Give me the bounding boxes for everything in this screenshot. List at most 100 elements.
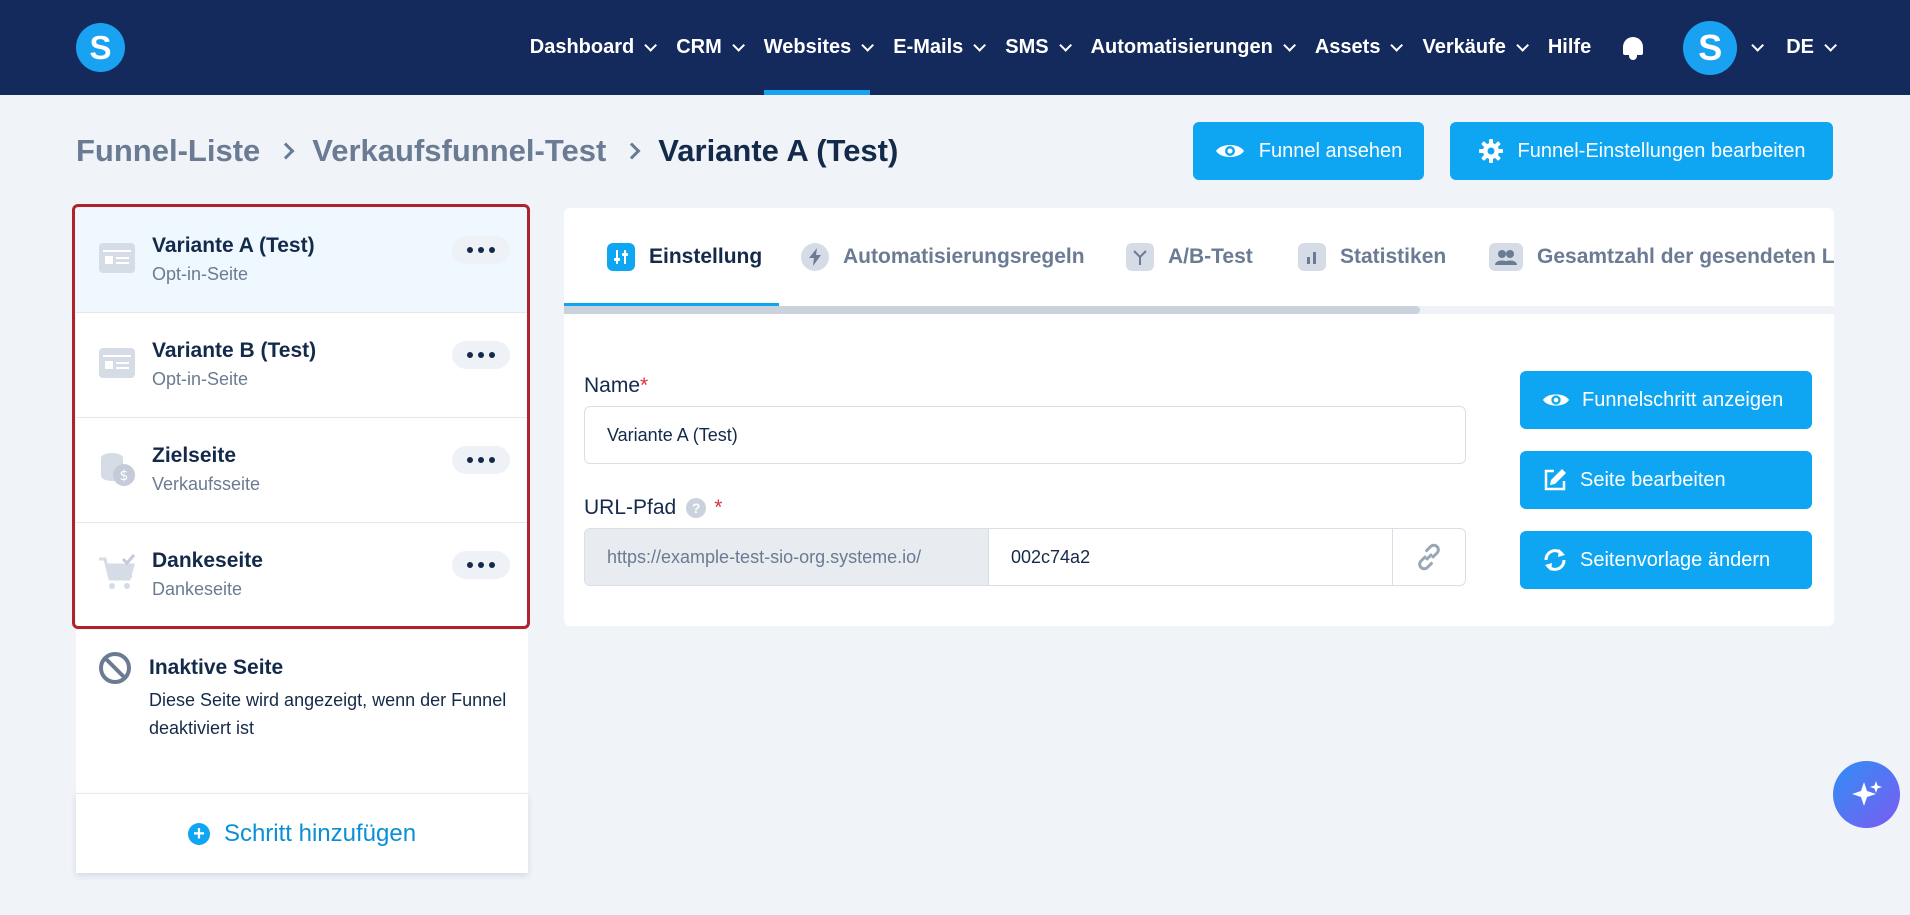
edit-page-label: Seite bearbeiten xyxy=(1580,468,1726,491)
nav-item-automations[interactable]: Automatisierungen xyxy=(1090,0,1296,95)
ban-icon xyxy=(99,652,131,684)
nav-item-assets[interactable]: Assets xyxy=(1314,0,1404,95)
nav-label: Automatisierungen xyxy=(1090,36,1273,58)
tab-total-sent[interactable]: Gesamtzahl der gesendeten L xyxy=(1489,208,1834,306)
tab-bar: Einstellung Automatisierungsregeln A/B-T… xyxy=(564,208,1834,306)
nav-label: E-Mails xyxy=(893,36,964,58)
copy-link-button[interactable] xyxy=(1393,529,1465,585)
more-options-button[interactable] xyxy=(452,446,510,474)
language-label: DE xyxy=(1786,36,1814,58)
chevron-down-icon xyxy=(1283,39,1296,52)
bell-icon[interactable] xyxy=(1621,35,1645,61)
optin-page-icon xyxy=(99,348,135,378)
chevron-down-icon xyxy=(1751,39,1765,52)
optin-page-icon xyxy=(99,243,135,273)
tab-statistics[interactable]: Statistiken xyxy=(1298,208,1446,306)
step-type: Opt-in-Seite xyxy=(152,369,249,389)
edit-page-button[interactable]: Seite bearbeiten xyxy=(1520,451,1812,509)
refresh-icon xyxy=(1544,549,1566,571)
logo[interactable]: S xyxy=(76,23,125,72)
link-icon xyxy=(1418,543,1440,571)
nav-item-emails[interactable]: E-Mails xyxy=(893,0,987,95)
chevron-down-icon xyxy=(1516,39,1529,52)
chevron-down-icon xyxy=(973,39,987,52)
breadcrumb-funnel-list[interactable]: Funnel-Liste xyxy=(76,133,260,169)
more-options-button[interactable] xyxy=(452,236,510,264)
tab-scrollbar[interactable] xyxy=(564,306,1834,314)
tab-label: A/B-Test xyxy=(1168,245,1253,268)
url-path-field: https://example-test-sio-org.systeme.io/… xyxy=(584,528,1466,586)
nav-item-sales[interactable]: Verkäufe xyxy=(1422,0,1529,95)
step-title: Dankeseite xyxy=(152,549,263,572)
step-title: Zielseite xyxy=(152,444,237,467)
tab-label: Gesamtzahl der gesendeten L xyxy=(1537,245,1834,268)
avatar[interactable]: S xyxy=(1683,20,1738,75)
tab-ab-test[interactable]: A/B-Test xyxy=(1126,208,1253,306)
funnel-step-item[interactable]: Dankeseite Dankeseite xyxy=(76,523,528,628)
chevron-down-icon xyxy=(861,39,875,52)
page-title: Variante A (Test) xyxy=(658,133,899,168)
inactive-page-step[interactable]: Inaktive Seite Diese Seite wird angezeig… xyxy=(76,630,528,793)
nav-label: Hilfe xyxy=(1547,36,1592,58)
nav-label: CRM xyxy=(676,36,722,58)
show-funnel-step-button[interactable]: Funnelschritt anzeigen xyxy=(1520,371,1812,429)
tab-settings[interactable]: Einstellung xyxy=(607,208,762,306)
edit-funnel-settings-label: Funnel-Einstellungen bearbeiten xyxy=(1517,139,1806,162)
url-domain-prefix: https://example-test-sio-org.systeme.io/ xyxy=(585,529,989,585)
funnel-step-item[interactable]: Variante A (Test) Opt-in-Seite xyxy=(76,208,528,313)
url-slug-input[interactable]: 002c74a2 xyxy=(989,529,1393,585)
edit-funnel-settings-button[interactable]: Funnel-Einstellungen bearbeiten xyxy=(1450,122,1833,180)
view-funnel-label: Funnel ansehen xyxy=(1258,139,1403,162)
change-template-button[interactable]: Seitenvorlage ändern xyxy=(1520,531,1812,589)
plus-icon: + xyxy=(187,822,210,845)
more-options-button[interactable] xyxy=(452,551,510,579)
inactive-page-description: Diese Seite wird angezeigt, wenn der Fun… xyxy=(149,690,507,738)
chevron-down-icon xyxy=(1058,39,1072,52)
avatar-menu-toggle[interactable] xyxy=(1751,0,1765,95)
change-template-label: Seitenvorlage ändern xyxy=(1580,548,1771,571)
nav-label: Assets xyxy=(1314,36,1381,58)
chevron-down-icon xyxy=(732,39,745,52)
step-title: Variante B (Test) xyxy=(152,339,317,362)
tab-label: Automatisierungsregeln xyxy=(843,245,1085,268)
bolt-icon xyxy=(801,243,829,271)
bar-chart-icon xyxy=(1298,243,1326,271)
gear-icon xyxy=(1478,139,1503,163)
breadcrumb-funnel[interactable]: Verkaufsfunnel-Test xyxy=(312,133,606,169)
cart-check-icon xyxy=(99,554,136,589)
ai-assistant-button[interactable] xyxy=(1833,761,1900,828)
nav-label: SMS xyxy=(1005,36,1049,58)
nav-item-dashboard[interactable]: Dashboard xyxy=(529,0,658,95)
step-title: Variante A (Test) xyxy=(152,234,315,257)
language-selector[interactable]: DE xyxy=(1786,0,1837,95)
users-icon xyxy=(1489,243,1523,271)
nav-item-websites[interactable]: Websites xyxy=(763,0,875,95)
funnel-step-item[interactable]: $ Zielseite Verkaufsseite xyxy=(76,418,528,523)
nav-item-sms[interactable]: SMS xyxy=(1005,0,1072,95)
add-step-label: Schritt hinzufügen xyxy=(223,819,417,847)
step-type: Verkaufsseite xyxy=(152,474,261,494)
help-icon[interactable]: ? xyxy=(686,498,707,519)
chevron-down-icon xyxy=(1824,39,1837,52)
edit-icon xyxy=(1544,469,1566,491)
split-icon xyxy=(1126,243,1154,271)
nav-item-crm[interactable]: CRM xyxy=(676,0,745,95)
chevron-down-icon xyxy=(1390,39,1404,52)
more-options-button[interactable] xyxy=(452,341,510,369)
funnel-steps-list: Variante A (Test) Opt-in-Seite Variante … xyxy=(76,208,528,628)
name-field-label: Name* xyxy=(584,374,649,397)
name-input[interactable]: Variante A (Test) xyxy=(584,406,1466,464)
view-funnel-button[interactable]: Funnel ansehen xyxy=(1193,122,1424,180)
nav-label: Verkäufe xyxy=(1422,36,1506,58)
chevron-down-icon xyxy=(644,39,658,52)
add-step-button[interactable]: + Schritt hinzufügen xyxy=(76,793,528,873)
nav-item-help[interactable]: Hilfe xyxy=(1548,0,1591,95)
funnel-step-item[interactable]: Variante B (Test) Opt-in-Seite xyxy=(76,313,528,418)
url-path-field-label: URL-Pfad? * xyxy=(584,496,723,519)
sliders-icon xyxy=(607,243,635,271)
nav-label: Websites xyxy=(763,36,852,58)
coins-icon: $ xyxy=(101,453,135,486)
scrollbar-thumb[interactable] xyxy=(564,306,1420,314)
tab-automation-rules[interactable]: Automatisierungsregeln xyxy=(801,208,1085,306)
nav-label: Dashboard xyxy=(529,36,635,58)
